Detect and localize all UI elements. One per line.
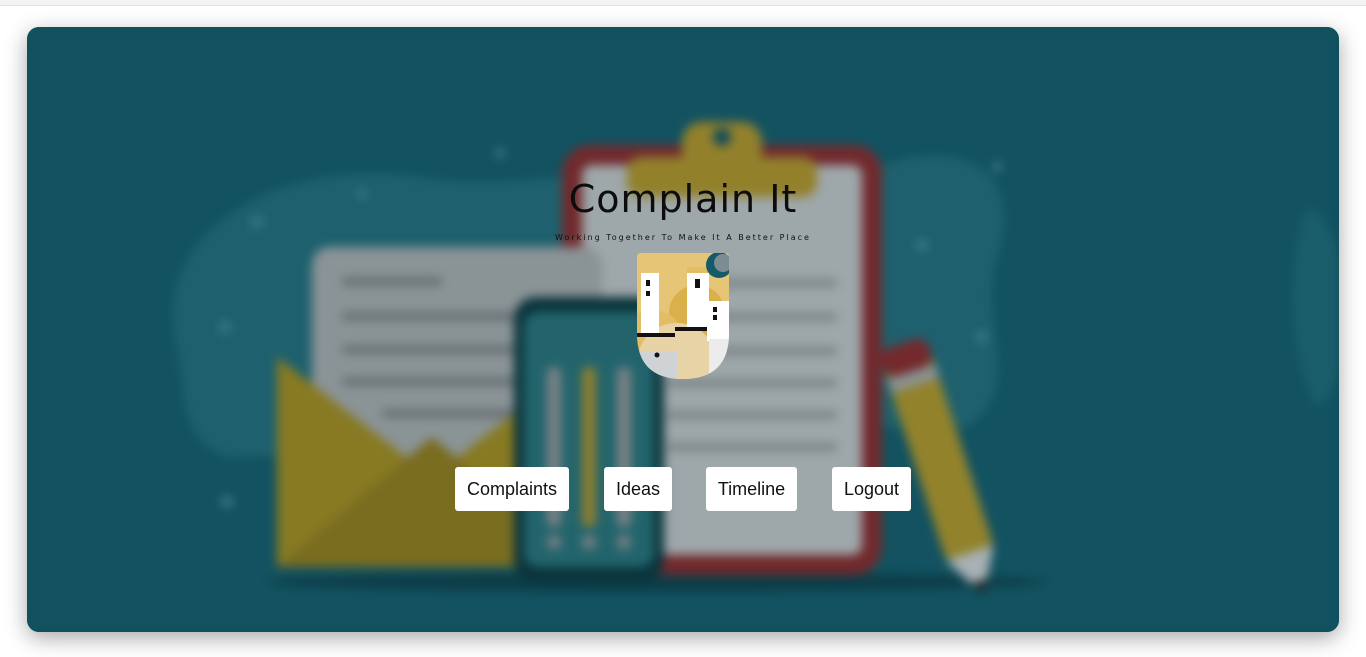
city-shield-logo-icon <box>637 253 729 379</box>
browser-top-edge <box>0 0 1366 6</box>
main-nav: Complaints Ideas Timeline Logout <box>27 467 1339 511</box>
timeline-button[interactable]: Timeline <box>706 467 797 511</box>
app-tagline: Working Together To Make It A Better Pla… <box>555 233 811 242</box>
ideas-button[interactable]: Ideas <box>604 467 672 511</box>
logout-button[interactable]: Logout <box>832 467 911 511</box>
complaints-button[interactable]: Complaints <box>455 467 569 511</box>
hero-card: Complain It Working Together To Make It … <box>27 27 1339 632</box>
app-title: Complain It <box>568 177 798 221</box>
